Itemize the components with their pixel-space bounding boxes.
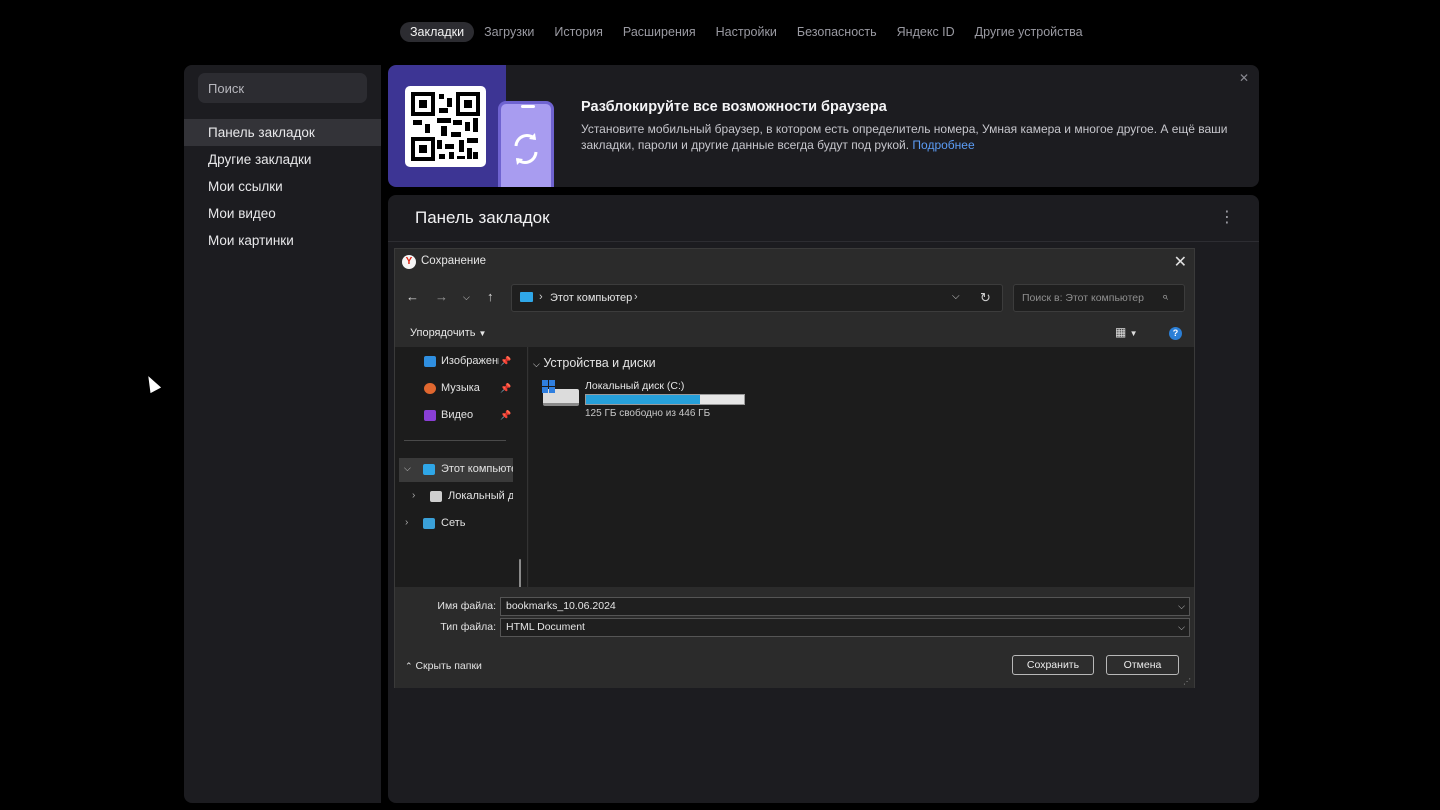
network-icon	[423, 518, 435, 529]
sidebar-item-my-links[interactable]: Мои ссылки	[184, 173, 381, 200]
navigation-bar: ← → ⌵ ↑ › Этот компьютер › ⌵ ↻ ⌕	[395, 275, 1194, 321]
nav-item-video[interactable]: Видео	[441, 409, 473, 421]
file-list: ⌵ Устройства и диски Локальный диск (C:)…	[529, 347, 1194, 587]
nav-item-this-pc[interactable]: Этот компьюте	[441, 463, 513, 475]
chevron-right-icon[interactable]: ›	[634, 291, 638, 303]
command-bar: Упорядочить ▼ ▦ ▼ ?	[395, 321, 1194, 347]
chevron-down-icon: ⌵	[533, 359, 540, 369]
help-icon[interactable]: ?	[1169, 327, 1182, 340]
drive-item[interactable]: Локальный диск (C:) 125 ГБ свободно из 4…	[541, 377, 781, 423]
tab-history[interactable]: История	[544, 22, 612, 42]
pin-icon: 📌	[500, 356, 512, 366]
recent-locations-icon[interactable]: ⌵	[463, 292, 470, 303]
video-icon	[424, 410, 436, 421]
promo-banner: Разблокируйте все возможности браузера У…	[388, 65, 1259, 187]
windows-logo-icon	[542, 380, 556, 393]
drive-usage-bar	[585, 394, 745, 405]
dialog-titlebar: Y Сохранение ✕	[395, 249, 1194, 275]
refresh-icon[interactable]: ↻	[980, 290, 991, 306]
filetype-value: HTML Document	[506, 621, 585, 633]
more-options-icon[interactable]: ⋮	[1219, 209, 1235, 227]
save-options: Имя файла: bookmarks_10.06.2024 ⌵ Тип фа…	[395, 587, 1194, 688]
promo-text: Установите мобильный браузер, в котором …	[581, 122, 1228, 152]
nav-item-pictures[interactable]: Изображени	[441, 355, 499, 367]
sidebar-item-my-pictures[interactable]: Мои картинки	[184, 227, 381, 254]
drive-icon	[430, 491, 442, 502]
promo-description: Установите мобильный браузер, в котором …	[581, 122, 1241, 153]
dialog-title: Сохранение	[421, 255, 487, 267]
organize-menu[interactable]: Упорядочить ▼	[410, 327, 486, 339]
drive-usage-fill	[586, 395, 700, 404]
navigation-pane: Изображени 📌 Музыка 📌 Видео 📌 ⌵ Этот ком…	[395, 347, 528, 672]
learn-more-link[interactable]: Подробнее	[912, 138, 974, 152]
tab-yandex-id[interactable]: Яндекс ID	[887, 22, 965, 42]
resize-grip-icon[interactable]: ⋰	[1183, 677, 1191, 686]
save-button[interactable]: Сохранить	[1012, 655, 1094, 675]
filename-label: Имя файла:	[437, 600, 496, 612]
search-icon: ⌕	[1162, 291, 1169, 303]
nav-item-local-disk[interactable]: Локальный ди	[448, 490, 513, 502]
address-text: Этот компьютер	[550, 292, 633, 304]
chevron-down-icon[interactable]: ⌵	[404, 463, 411, 474]
nav-item-music[interactable]: Музыка	[441, 382, 480, 394]
filetype-select[interactable]: HTML Document ⌵	[500, 618, 1190, 637]
view-options-icon[interactable]: ▦ ▼	[1115, 325, 1138, 339]
sidebar-item-bookmarks-bar[interactable]: Панель закладок	[184, 119, 381, 146]
yandex-browser-icon: Y	[402, 255, 416, 269]
organize-label: Упорядочить	[410, 327, 476, 339]
nav-item-network[interactable]: Сеть	[441, 517, 465, 529]
close-icon[interactable]: ✕	[1174, 252, 1187, 272]
sidebar-item-other-bookmarks[interactable]: Другие закладки	[184, 146, 381, 173]
tab-settings[interactable]: Настройки	[706, 22, 787, 42]
phone-icon	[498, 101, 554, 187]
drive-name: Локальный диск (C:)	[585, 380, 685, 392]
hide-folders-label: Скрыть папки	[415, 660, 482, 672]
close-icon[interactable]: ✕	[1239, 71, 1249, 85]
mouse-cursor-icon	[143, 373, 162, 394]
hide-folders-toggle[interactable]: ⌃ Скрыть папки	[405, 660, 482, 672]
chevron-right-icon[interactable]: ›	[405, 517, 408, 528]
sidebar-item-my-videos[interactable]: Мои видео	[184, 200, 381, 227]
cancel-button[interactable]: Отмена	[1106, 655, 1179, 675]
pin-icon: 📌	[500, 383, 512, 393]
group-title: Устройства и диски	[543, 356, 656, 370]
tab-downloads[interactable]: Загрузки	[474, 22, 544, 42]
divider	[388, 241, 1259, 242]
computer-icon	[423, 464, 435, 475]
filename-value: bookmarks_10.06.2024	[506, 600, 616, 612]
address-bar[interactable]: › Этот компьютер › ⌵ ↻	[511, 284, 1003, 312]
chevron-right-icon[interactable]: ›	[412, 490, 415, 501]
top-nav: Закладки Загрузки История Расширения Нас…	[400, 22, 1093, 42]
folder-search-input[interactable]	[1013, 284, 1185, 312]
tab-bookmarks[interactable]: Закладки	[400, 22, 475, 42]
music-icon	[424, 383, 436, 394]
chevron-up-icon: ⌃	[405, 661, 413, 671]
dropdown-arrow-icon: ▼	[478, 329, 487, 338]
chevron-down-icon[interactable]: ⌵	[1178, 619, 1185, 636]
promo-title: Разблокируйте все возможности браузера	[581, 99, 887, 115]
filename-field[interactable]: bookmarks_10.06.2024 ⌵	[500, 597, 1190, 616]
search-input[interactable]	[198, 73, 367, 103]
drive-free-space: 125 ГБ свободно из 446 ГБ	[585, 408, 711, 419]
group-header[interactable]: ⌵ Устройства и диски	[533, 356, 656, 370]
divider	[404, 440, 506, 441]
computer-icon	[520, 292, 533, 302]
up-arrow-icon[interactable]: ↑	[487, 289, 494, 304]
pictures-icon	[424, 356, 436, 367]
save-dialog: Y Сохранение ✕ ← → ⌵ ↑ › Этот компьютер …	[394, 248, 1195, 688]
chevron-right-icon: ›	[539, 291, 543, 303]
tab-extensions[interactable]: Расширения	[613, 22, 706, 42]
chevron-down-icon[interactable]: ⌵	[952, 291, 960, 302]
back-arrow-icon[interactable]: ←	[406, 289, 419, 304]
chevron-down-icon[interactable]: ⌵	[1178, 598, 1185, 615]
forward-arrow-icon[interactable]: →	[435, 289, 448, 304]
qr-code-icon	[405, 86, 486, 167]
tab-security[interactable]: Безопасность	[787, 22, 887, 42]
filetype-label: Тип файла:	[440, 621, 496, 633]
tab-other-devices[interactable]: Другие устройства	[965, 22, 1093, 42]
page-title: Панель закладок	[415, 208, 550, 227]
pin-icon: 📌	[500, 410, 512, 420]
bookmarks-sidebar: Панель закладок Другие закладки Мои ссыл…	[184, 65, 381, 803]
